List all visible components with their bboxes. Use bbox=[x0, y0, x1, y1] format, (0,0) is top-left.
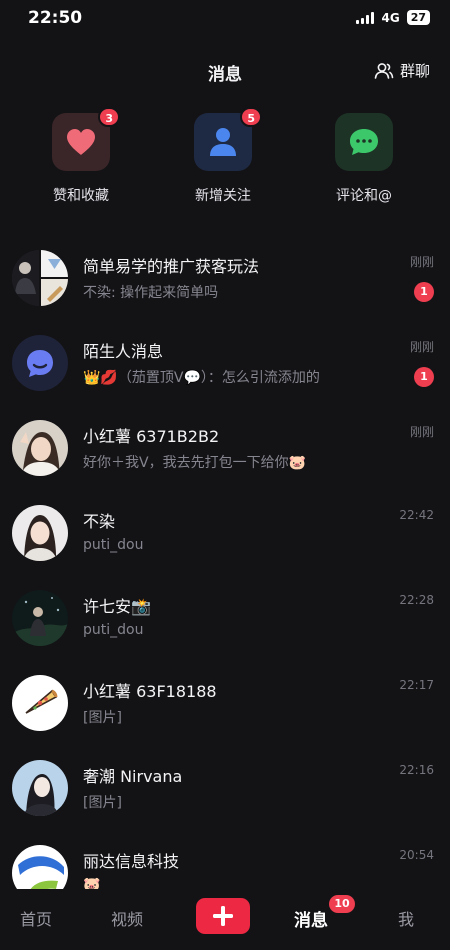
message-preview: puti_dou bbox=[83, 537, 144, 553]
message-name: 丽达信息科技 bbox=[83, 852, 180, 871]
group-chat-button[interactable]: 群聊 bbox=[374, 60, 430, 81]
plus-icon bbox=[213, 906, 233, 926]
message-preview: [图片] bbox=[83, 710, 122, 726]
create-post-button[interactable] bbox=[196, 898, 250, 934]
user-avatar bbox=[12, 590, 68, 646]
group-collage-avatar bbox=[12, 250, 68, 306]
followers-badge: 5 bbox=[240, 107, 262, 127]
message-name: 陌生人消息 bbox=[83, 342, 164, 361]
network-label: 4G bbox=[381, 10, 400, 25]
message-time: 刚刚 bbox=[409, 340, 434, 354]
comments-icon-tile bbox=[335, 113, 393, 171]
tab-video[interactable]: 视频 bbox=[111, 906, 143, 930]
followers-icon-tile: 5 bbox=[194, 107, 262, 171]
tab-home[interactable]: 首页 bbox=[20, 906, 52, 930]
chat-bubble-icon bbox=[350, 129, 378, 155]
list-item[interactable]: 简单易学的推广获客玩法 不染: 操作起来简单吗 刚刚 1 bbox=[0, 235, 450, 319]
list-item[interactable]: 许七安📸 puti_dou 22:28 bbox=[0, 575, 450, 659]
message-time: 刚刚 bbox=[409, 425, 434, 439]
list-item[interactable]: 小红薯 63F18188 [图片] 22:17 bbox=[0, 660, 450, 744]
message-name: 小红薯 63F18188 bbox=[83, 682, 217, 701]
list-item[interactable]: 陌生人消息 👑💋（茄置顶V💬）：怎么引流添加的 刚刚 1 bbox=[0, 320, 450, 404]
likes-badge: 3 bbox=[98, 107, 120, 127]
header: 消息 群聊 bbox=[0, 52, 450, 88]
shortcut-likes[interactable]: 3 赞和收藏 bbox=[26, 107, 136, 205]
tab-messages[interactable]: 消息 bbox=[294, 906, 328, 931]
messages-tab-badge: 10 bbox=[329, 895, 355, 913]
group-icon bbox=[374, 62, 394, 79]
shortcut-label: 评论和@ bbox=[336, 188, 392, 204]
message-time: 22:16 bbox=[399, 763, 434, 777]
tab-me[interactable]: 我 bbox=[398, 906, 414, 930]
shortcut-comments[interactable]: 评论和@ bbox=[309, 113, 419, 205]
heart-icon bbox=[67, 129, 95, 155]
likes-icon-tile: 3 bbox=[52, 107, 120, 171]
list-item[interactable]: 小红薯 6371B2B2 好你＋我V，我去先打包一下给你🐷 刚刚 bbox=[0, 405, 450, 489]
message-time: 22:42 bbox=[399, 508, 434, 522]
list-item[interactable]: 不染 puti_dou 22:42 bbox=[0, 490, 450, 574]
list-item[interactable]: 奢潮 Nirvana [图片] 22:16 bbox=[0, 745, 450, 829]
stranger-messages-avatar bbox=[12, 335, 68, 391]
list-item[interactable]: 丽达信息科技 🐷 20:54 bbox=[0, 830, 450, 889]
person-icon bbox=[210, 128, 236, 156]
message-name: 奢潮 Nirvana bbox=[83, 767, 183, 786]
group-chat-label: 群聊 bbox=[399, 62, 430, 80]
user-avatar bbox=[12, 505, 68, 561]
user-avatar bbox=[12, 675, 68, 731]
status-bar: 22:50 4G 27 bbox=[0, 0, 450, 36]
shortcut-followers[interactable]: 5 新增关注 bbox=[168, 107, 278, 205]
message-name: 不染 bbox=[83, 512, 116, 531]
message-preview: 不染: 操作起来简单吗 bbox=[83, 285, 219, 301]
message-preview: [图片] bbox=[83, 795, 122, 811]
message-preview: 好你＋我V，我去先打包一下给你🐷 bbox=[83, 455, 307, 471]
message-name: 小红薯 6371B2B2 bbox=[83, 427, 220, 446]
message-preview: 👑💋（茄置顶V💬）：怎么引流添加的 bbox=[83, 370, 320, 386]
shortcut-label: 新增关注 bbox=[195, 188, 251, 204]
user-avatar bbox=[12, 760, 68, 816]
shortcut-label: 赞和收藏 bbox=[53, 188, 109, 204]
message-list: 简单易学的推广获客玩法 不染: 操作起来简单吗 刚刚 1 陌生人消息 👑💋（茄置… bbox=[0, 235, 450, 889]
company-logo-avatar bbox=[12, 845, 68, 889]
message-time: 22:17 bbox=[399, 678, 434, 692]
shortcut-row: 3 赞和收藏 5 新增关注 评论和@ bbox=[0, 107, 450, 213]
messages-screen: 22:50 4G 27 消息 群聊 3 赞和收藏 5 新增关注 评论和@ 简单易… bbox=[0, 0, 450, 950]
status-indicators: 4G 27 bbox=[356, 10, 430, 25]
message-name: 许七安📸 bbox=[83, 597, 151, 616]
message-time: 刚刚 bbox=[409, 255, 434, 269]
message-preview: 🐷 bbox=[83, 877, 101, 889]
message-time: 22:28 bbox=[399, 593, 434, 607]
signal-icon bbox=[356, 11, 375, 24]
battery-icon: 27 bbox=[406, 10, 430, 25]
message-preview: puti_dou bbox=[83, 622, 144, 638]
user-avatar bbox=[12, 420, 68, 476]
unread-badge: 1 bbox=[414, 282, 434, 302]
unread-badge: 1 bbox=[414, 367, 434, 387]
message-name: 简单易学的推广获客玩法 bbox=[83, 257, 260, 276]
message-time: 20:54 bbox=[399, 848, 434, 862]
status-time: 22:50 bbox=[28, 8, 83, 28]
